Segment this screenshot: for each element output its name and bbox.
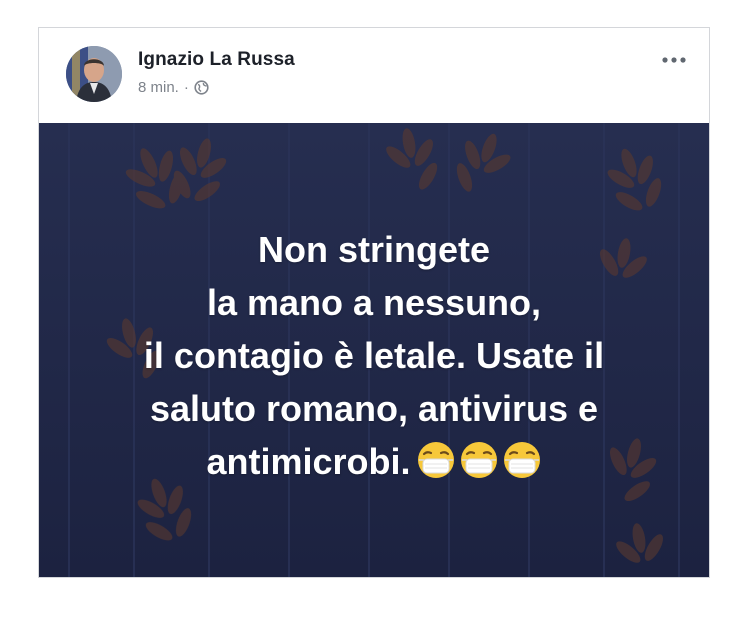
face-with-medical-mask-icon (459, 440, 499, 480)
post-text: Non stringete la mano a nessuno, il cont… (39, 223, 709, 494)
post-text-line: saluto romano, antivirus e (149, 388, 599, 429)
post-timestamp[interactable]: 8 min. (138, 79, 179, 96)
post-text-line: la mano a nessuno, (206, 282, 542, 323)
page: Ignazio La Russa 8 min. · Non stringete … (0, 0, 750, 622)
post-meta: 8 min. · (138, 79, 209, 96)
meta-separator: · (183, 79, 189, 96)
post-text-line-last: antimicrobi. (39, 435, 709, 494)
author-name[interactable]: Ignazio La Russa (138, 49, 295, 71)
face-with-medical-mask-icon (502, 440, 542, 480)
post-header: Ignazio La Russa 8 min. · (39, 28, 709, 123)
author-avatar[interactable] (66, 46, 122, 102)
avatar-portrait (66, 46, 122, 102)
post-text-line: il contagio è letale. Usate il (143, 335, 605, 376)
more-dots-icon (662, 57, 686, 63)
post-image[interactable]: Non stringete la mano a nessuno, il cont… (39, 123, 709, 577)
post-text-line: Non stringete (257, 229, 490, 270)
facebook-post-card: Ignazio La Russa 8 min. · Non stringete … (38, 27, 710, 578)
post-text-line: antimicrobi. (206, 441, 411, 482)
globe-icon (194, 80, 209, 95)
face-with-medical-mask-icon (416, 440, 456, 480)
emoji-row (413, 440, 542, 494)
more-options-button[interactable] (657, 46, 691, 74)
